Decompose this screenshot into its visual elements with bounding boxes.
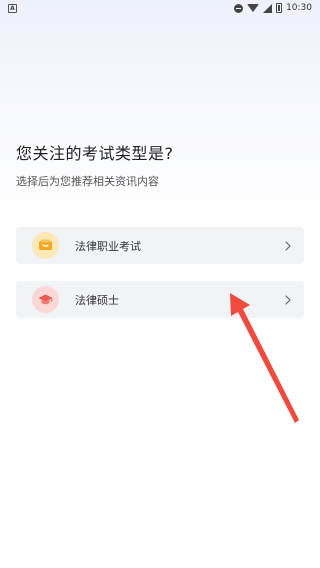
status-bar: A 10:30 xyxy=(0,0,320,16)
page-title: 您关注的考试类型是? xyxy=(16,144,174,163)
chevron-right-icon xyxy=(282,294,294,306)
page-subtitle: 选择后为您推荐相关资讯内容 xyxy=(16,175,159,188)
option-law-master[interactable]: 法律硕士 xyxy=(16,281,304,318)
graduation-cap-icon xyxy=(32,286,59,313)
option-label: 法律职业考试 xyxy=(75,239,141,253)
wifi-icon xyxy=(247,4,260,12)
option-legal-profession-exam[interactable]: 法律职业考试 xyxy=(16,227,304,264)
option-label: 法律硕士 xyxy=(75,293,119,307)
do-not-disturb-icon xyxy=(234,3,244,13)
battery-icon xyxy=(276,3,283,13)
signal-icon xyxy=(263,3,273,13)
chevron-right-icon xyxy=(282,240,294,252)
book-icon xyxy=(32,232,59,259)
app-notification-icon: A xyxy=(8,3,17,13)
status-time: 10:30 xyxy=(286,3,312,13)
